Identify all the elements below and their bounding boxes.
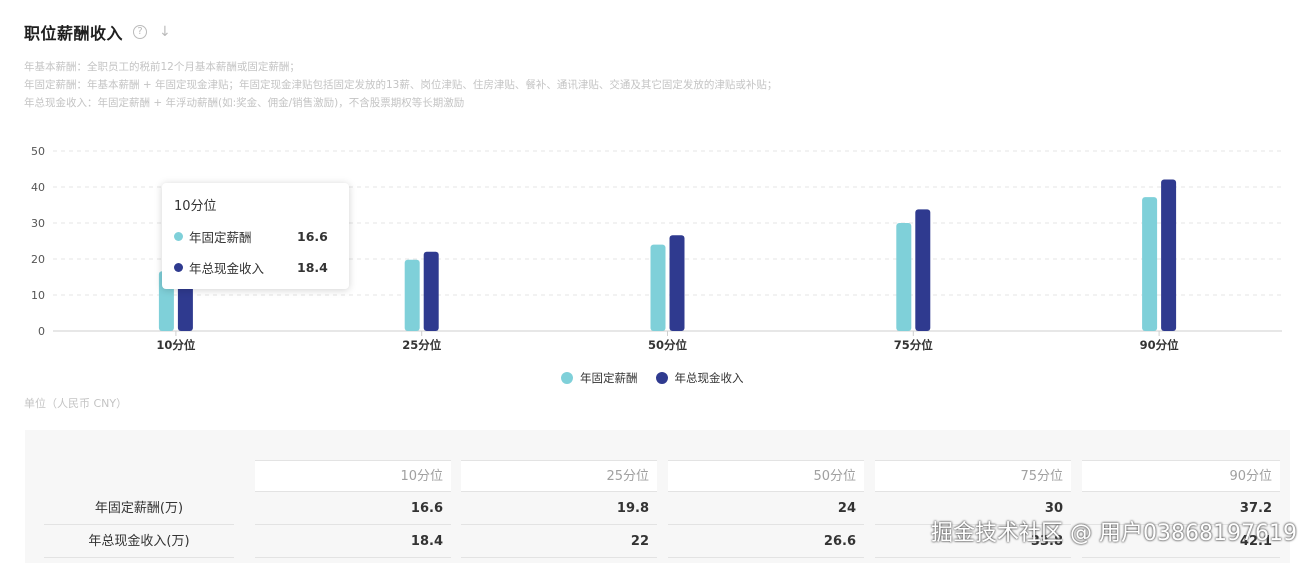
bar-fixed-salary — [1142, 197, 1158, 331]
bar-fixed-salary — [404, 259, 420, 331]
tooltip-series-name: 年总现金收入 — [189, 260, 265, 276]
legend-item-cash[interactable]: 年总现金收入 — [655, 370, 744, 386]
table-col-header: 90分位 — [1082, 460, 1280, 492]
y-tick-label: 20 — [31, 253, 45, 266]
bar-fixed-salary — [650, 244, 666, 331]
legend-swatch — [561, 372, 573, 384]
table-cell: 22 — [461, 526, 657, 558]
legend-item-fixed[interactable]: 年固定薪酬 — [561, 370, 638, 386]
y-tick-label: 0 — [38, 325, 45, 338]
tooltip-row: 年总现金收入 18.4 — [174, 257, 337, 277]
x-tick-label: 50分位 — [648, 338, 688, 352]
table-row-label: 年固定薪酬(万) — [44, 493, 234, 525]
table-col-header: 50分位 — [668, 460, 864, 492]
bar-total-cash — [1161, 179, 1177, 331]
y-tick-label: 10 — [31, 289, 45, 302]
page-title: 职位薪酬收入 — [24, 24, 124, 43]
tooltip-series-value: 16.6 — [297, 228, 328, 244]
note-line: 年固定薪酬：年基本薪酬 + 年固定现金津贴；年固定现金津贴包括固定发放的13薪、… — [24, 79, 778, 91]
note-line: 年总现金收入：年固定薪酬 + 年浮动薪酬(如:奖金、佣金/销售激励)，不含股票期… — [24, 97, 465, 109]
download-icon[interactable]: ↓ — [159, 24, 171, 40]
series-dot-fixed — [174, 231, 183, 241]
table-col-header: 25分位 — [461, 460, 657, 492]
table-col-header: 10分位 — [255, 460, 451, 492]
table-row-label: 年总现金收入(万) — [44, 526, 234, 558]
y-tick-label: 40 — [31, 181, 45, 194]
watermark: 掘金技术社区 @ 用户03868197619 — [931, 521, 1297, 546]
table-cell: 16.6 — [255, 493, 451, 525]
x-tick-label: 75分位 — [894, 338, 934, 352]
y-tick-label: 50 — [31, 145, 45, 158]
x-tick-label: 10分位 — [156, 338, 196, 352]
legend-label: 年总现金收入 — [674, 371, 744, 385]
x-tick-label: 90分位 — [1140, 338, 1180, 352]
legend-swatch — [655, 372, 668, 384]
series-dot-cash — [174, 262, 183, 272]
chart-tooltip: 10分位 年固定薪酬 16.6 年总现金收入 18.4 — [162, 183, 349, 289]
x-tick-label: 25分位 — [402, 338, 442, 352]
y-tick-label: 30 — [31, 217, 45, 230]
tooltip-title: 10分位 — [174, 199, 217, 214]
legend-label: 年固定薪酬 — [580, 371, 638, 385]
chart-legend: 年固定薪酬 年总现金收入 — [561, 370, 744, 386]
chart-header: 职位薪酬收入 ? ↓ — [24, 20, 171, 44]
bar-fixed-salary — [896, 223, 912, 331]
tooltip-series-name: 年固定薪酬 — [189, 229, 252, 245]
definition-notes: 年基本薪酬：全职员工的税前12个月基本薪酬或固定薪酬； 年固定薪酬：年基本薪酬 … — [24, 58, 777, 112]
bar-total-cash — [423, 251, 439, 331]
unit-label: 单位（人民币 CNY） — [24, 397, 128, 410]
tooltip-row: 年固定薪酬 16.6 — [174, 226, 337, 246]
table-col-header: 75分位 — [875, 460, 1071, 492]
table-cell: 24 — [668, 493, 864, 525]
table-cell: 19.8 — [461, 493, 657, 525]
table-cell: 26.6 — [668, 526, 864, 558]
note-line: 年基本薪酬：全职员工的税前12个月基本薪酬或固定薪酬； — [24, 61, 300, 73]
bar-total-cash — [669, 235, 685, 331]
help-icon[interactable]: ? — [133, 25, 148, 39]
table-cell: 18.4 — [255, 526, 451, 558]
bar-total-cash — [915, 209, 931, 331]
tooltip-series-value: 18.4 — [297, 259, 328, 275]
